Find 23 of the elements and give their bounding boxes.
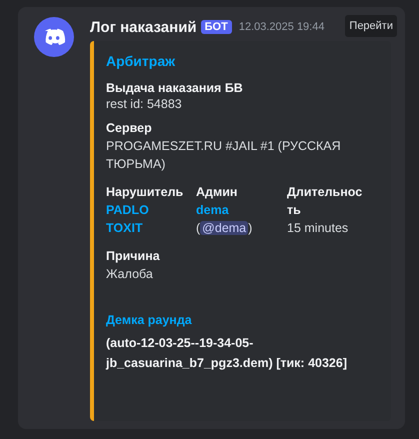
field-value: 15 minutes: [287, 220, 350, 237]
field-name: Нарушитель: [106, 184, 184, 201]
section-title: Демка раунда: [106, 313, 193, 327]
description-text: rest id: 54883: [106, 96, 183, 113]
field-name: Причина: [106, 248, 161, 265]
user-link[interactable]: PADLO TOXIT: [106, 201, 156, 237]
user-link[interactable]: dema: [196, 203, 229, 217]
embed-title: Арбитраж: [106, 53, 176, 69]
field-name: Сервер: [106, 120, 153, 137]
field-name: Длительность: [287, 184, 364, 219]
paren-text: (: [196, 221, 200, 235]
paren-text: ): [248, 221, 252, 235]
section-text: (auto-12-03-25--19-34-05-jb_casuarina_b7_pgz3.dem) [тик: 40326]: [106, 335, 348, 372]
avatar-icon: [34, 17, 74, 57]
field-value: Жалоба: [106, 266, 154, 283]
author-name[interactable]: Лог наказаний: [90, 18, 197, 36]
user-mention[interactable]: @dema: [200, 221, 248, 235]
timestamp: 12.03.2025 19:44: [238, 21, 324, 33]
field-name: Админ: [196, 184, 238, 201]
bot-tag: БОТ: [200, 20, 232, 34]
description-title: Выдача наказания БВ: [106, 81, 244, 95]
field-value: PROGAMESZET.RU #JAIL #1 (РУССКАЯ ТЮРЬМА): [106, 138, 342, 173]
jump-button[interactable]: Перейти: [345, 15, 397, 37]
